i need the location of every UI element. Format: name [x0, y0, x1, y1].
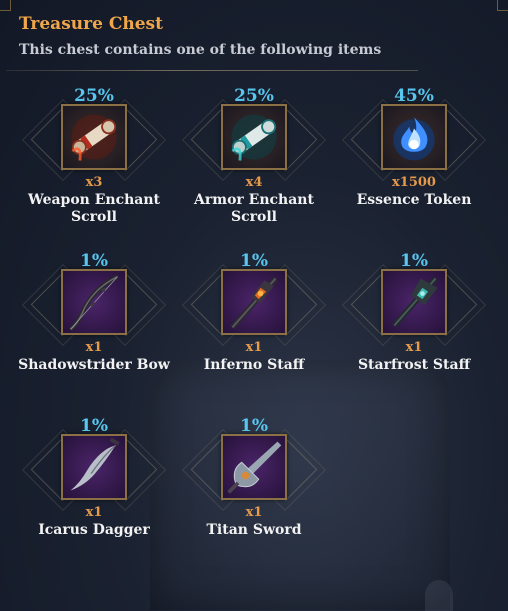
item-quantity: x1 — [245, 340, 263, 355]
item-name: Inferno Staff — [174, 357, 334, 374]
item-quantity: x3 — [85, 175, 103, 190]
item-name-line: Scroll — [231, 209, 277, 225]
loot-item-inferno-staff[interactable]: 1% x1 Inferno Staff — [174, 251, 334, 411]
item-frame — [334, 98, 494, 182]
drop-chance: 1% — [80, 251, 108, 271]
item-quantity: x1 — [245, 505, 263, 520]
item-name: Weapon Enchant Scroll — [14, 192, 174, 226]
frame-corner-left — [0, 0, 11, 11]
drop-chance: 1% — [240, 251, 268, 271]
drop-chance: 45% — [394, 86, 434, 106]
item-quantity: x1500 — [392, 175, 436, 190]
loot-item-armor-enchant-scroll[interactable]: 25% x4 Armor Enchant Scroll — [174, 86, 334, 246]
loot-item-titan-sword[interactable]: 1% x1 Titan Sword — [174, 416, 334, 576]
item-name: Shadowstrider Bow — [14, 357, 174, 374]
drop-chance: 1% — [400, 251, 428, 271]
item-quantity: x1 — [85, 505, 103, 520]
item-name-line: Inferno Staff — [203, 357, 305, 373]
item-frame — [334, 263, 494, 347]
item-quantity: x1 — [85, 340, 103, 355]
item-frame — [174, 263, 334, 347]
item-name: Essence Token — [334, 192, 494, 209]
armor-enchant-scroll-icon[interactable] — [221, 104, 287, 170]
item-quantity: x4 — [245, 175, 263, 190]
window-header: Treasure Chest This chest contains one o… — [19, 14, 381, 58]
item-name-line: Shadowstrider Bow — [18, 357, 170, 373]
loot-item-starfrost-staff[interactable]: 1% x1 Starfrost Staff — [334, 251, 494, 411]
loot-item-weapon-enchant-scroll[interactable]: 25% x3 Weapon Enchant Scroll — [14, 86, 174, 246]
drop-chance: 1% — [80, 416, 108, 436]
item-name-line: Icarus Dagger — [38, 522, 150, 538]
bow-icon[interactable] — [61, 269, 127, 335]
item-name-line: Scroll — [71, 209, 117, 225]
item-name: Titan Sword — [174, 522, 334, 539]
loot-item-shadowstrider-bow[interactable]: 1% x1 Shadowstrider Bow — [14, 251, 174, 411]
frame-corner-right — [497, 0, 508, 11]
essence-token-icon[interactable] — [381, 104, 447, 170]
drop-chance: 25% — [74, 86, 114, 106]
sword-icon[interactable] — [221, 434, 287, 500]
loot-item-icarus-dagger[interactable]: 1% x1 Icarus Dagger — [14, 416, 174, 576]
item-name: Starfrost Staff — [334, 357, 494, 374]
item-name-line: Titan Sword — [206, 522, 302, 538]
staff-icon[interactable] — [381, 269, 447, 335]
chest-lock-art — [425, 580, 453, 611]
item-name: Armor Enchant Scroll — [174, 192, 334, 226]
item-name-line: Starfrost Staff — [357, 357, 471, 373]
item-frame — [14, 263, 174, 347]
item-quantity: x1 — [405, 340, 423, 355]
item-frame — [14, 428, 174, 512]
dagger-icon[interactable] — [61, 434, 127, 500]
window-title: Treasure Chest — [19, 14, 163, 34]
item-frame — [174, 428, 334, 512]
item-name: Icarus Dagger — [14, 522, 174, 539]
weapon-enchant-scroll-icon[interactable] — [61, 104, 127, 170]
item-frame — [174, 98, 334, 182]
drop-chance: 1% — [240, 416, 268, 436]
item-frame — [14, 98, 174, 182]
loot-item-essence-token[interactable]: 45% x1500 Essence Token — [334, 86, 494, 246]
item-name-line: Armor Enchant — [194, 192, 314, 208]
header-divider — [6, 70, 418, 71]
item-name-line: Essence Token — [356, 192, 472, 208]
item-name-line: Weapon Enchant — [27, 192, 160, 208]
staff-icon[interactable] — [221, 269, 287, 335]
drop-chance: 25% — [234, 86, 274, 106]
window-subtitle: This chest contains one of the following… — [19, 42, 382, 58]
